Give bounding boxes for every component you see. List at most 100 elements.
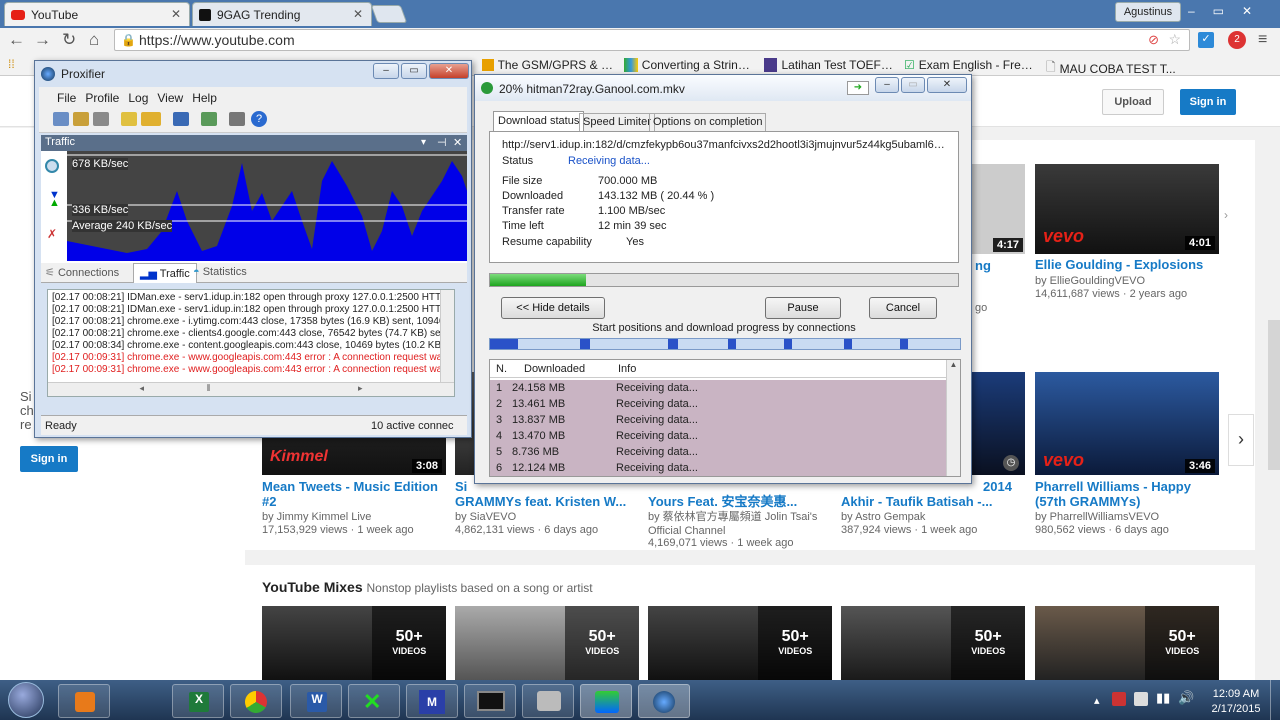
clear-icon[interactable]: ✗: [47, 227, 57, 241]
video-thumbnail[interactable]: vevo 3:46: [1035, 372, 1219, 475]
back-icon[interactable]: ←: [8, 30, 25, 50]
col-downloaded[interactable]: Downloaded: [524, 363, 585, 375]
home-icon[interactable]: ⌂: [89, 30, 99, 50]
panel-close-icon[interactable]: ✕: [453, 136, 462, 149]
close-tab-icon[interactable]: ✕: [353, 7, 363, 21]
video-channel[interactable]: by SiaVEVO: [455, 510, 516, 524]
table-row[interactable]: 3 13.837 MB Receiving data...: [490, 412, 946, 428]
tray-flag-icon[interactable]: [1112, 692, 1126, 706]
help-icon[interactable]: ?: [251, 111, 267, 127]
tab-options-on-completion[interactable]: Options on completion: [649, 113, 767, 131]
bookmark-item[interactable]: Latihan Test TOEFL ...: [764, 58, 896, 72]
proxy-servers-icon[interactable]: [73, 112, 89, 126]
taskbar-app-8[interactable]: [522, 684, 574, 718]
window-controls[interactable]: –▭✕: [1188, 4, 1274, 22]
col-n[interactable]: N.: [496, 363, 507, 375]
video-title-partial[interactable]: ng: [975, 258, 991, 273]
rules-icon[interactable]: [93, 112, 109, 126]
taskbar-app-2[interactable]: X: [172, 684, 224, 718]
panel-dropdown-icon[interactable]: ▾: [421, 137, 426, 148]
video-channel[interactable]: by Astro Gempak: [841, 510, 925, 524]
video-title[interactable]: Mean Tweets - Music Edition #2: [262, 479, 442, 509]
new-tab-button[interactable]: [370, 5, 408, 23]
menu-icon[interactable]: ≡: [1258, 31, 1267, 49]
video-title[interactable]: GRAMMYs feat. Kristen W...: [455, 494, 639, 509]
bookmark-item[interactable]: The GSM/GPRS & G...: [482, 58, 616, 72]
video-title-partial[interactable]: 2014: [983, 479, 1012, 494]
extension-badge-icon[interactable]: 2: [1228, 31, 1246, 49]
video-channel[interactable]: by 蔡依林官方專屬頻道 Jolin Tsai's Official Chann…: [648, 510, 832, 538]
profile-icon[interactable]: [53, 112, 69, 126]
table-row[interactable]: 5 8.736 MB Receiving data...: [490, 444, 946, 460]
taskbar-app-1[interactable]: [58, 684, 110, 718]
menu-item[interactable]: Log: [128, 87, 157, 107]
star-icon[interactable]: ☆: [1168, 31, 1181, 48]
open-folder-icon[interactable]: ➜: [847, 81, 869, 95]
menu-item[interactable]: View: [157, 87, 192, 107]
table-scrollbar[interactable]: ▲: [946, 360, 960, 476]
video-title[interactable]: Pharrell Williams - Happy (57th GRAMMYs): [1035, 479, 1210, 509]
video-title-prefix[interactable]: Si: [455, 479, 467, 494]
tab-connections[interactable]: ⚟ Connections: [45, 266, 119, 279]
clock[interactable]: 12:09 AM 2/17/2015: [1206, 687, 1266, 717]
start-button[interactable]: [8, 682, 44, 718]
menu-item[interactable]: Profile: [85, 87, 128, 107]
mix-thumbnail[interactable]: 50+ VIDEOS: [262, 606, 446, 680]
log-hscrollbar[interactable]: ◂ ⦀ ▸: [48, 382, 454, 396]
taskbar-app-7[interactable]: [464, 684, 516, 718]
table-row[interactable]: 2 13.461 MB Receiving data...: [490, 396, 946, 412]
tab-download-status[interactable]: Download status: [493, 111, 585, 131]
apps-icon[interactable]: ⁞⁞: [8, 57, 15, 71]
cancel-button[interactable]: Cancel: [869, 297, 937, 319]
menu-item[interactable]: File: [39, 87, 85, 107]
taskbar-app-3[interactable]: [230, 684, 282, 718]
clipboard-icon[interactable]: [201, 112, 217, 126]
taskbar-app-4[interactable]: W: [290, 684, 342, 718]
taskbar-app-10[interactable]: [638, 684, 690, 718]
table-row[interactable]: 1 24.158 MB Receiving data...: [490, 380, 946, 396]
video-channel[interactable]: by PharrellWilliamsVEVO: [1035, 510, 1159, 524]
mix-thumbnail[interactable]: 50+ VIDEOS: [841, 606, 1025, 680]
mix-thumbnail[interactable]: 50+ VIDEOS: [1035, 606, 1219, 680]
bookmark-item[interactable]: 🗋 MAU COBA TEST T...: [1046, 58, 1176, 79]
log-panel[interactable]: [02.17 00:08:21] IDMan.exe - serv1.idup.…: [47, 289, 455, 397]
address-bar[interactable]: 🔒 https://www.youtube.com ⊘ ☆: [114, 29, 1190, 51]
page-scrollbar[interactable]: [1268, 320, 1280, 470]
close-button[interactable]: ✕: [429, 63, 469, 79]
tab-youtube[interactable]: YouTube ✕: [4, 2, 190, 26]
mix-thumbnail[interactable]: 50+ VIDEOS: [648, 606, 832, 680]
close-button[interactable]: ✕: [927, 77, 967, 93]
connections-table[interactable]: N. Downloaded Info 1 24.158 MB Receiving d…: [489, 359, 961, 477]
table-row[interactable]: 4 13.470 MB Receiving data...: [490, 428, 946, 444]
panel-pin-icon[interactable]: ⊣: [437, 136, 447, 149]
taskbar-app-5[interactable]: ✕: [348, 684, 400, 718]
maximize-button[interactable]: ▭: [901, 77, 925, 93]
sidebar-signin-button[interactable]: Sign in: [20, 446, 78, 472]
upload-button[interactable]: Upload: [1102, 89, 1164, 115]
bookmark-item[interactable]: Converting a String ...: [624, 58, 756, 72]
maximize-button[interactable]: ▭: [401, 63, 427, 79]
tab-speed-limiter[interactable]: Speed Limiter: [579, 113, 655, 131]
bookmark-item[interactable]: ☑ Exam English - Free ...: [904, 58, 1036, 72]
extension-check-icon[interactable]: ✓: [1198, 32, 1214, 48]
video-channel[interactable]: by EllieGouldingVEVO: [1035, 274, 1145, 288]
tab-9gag[interactable]: 9GAG Trending ✕: [192, 2, 372, 26]
close-tab-icon[interactable]: ✕: [171, 7, 181, 21]
pause-button[interactable]: Pause: [765, 297, 841, 319]
video-title[interactable]: Yours Feat. 安宝奈美惠...: [648, 494, 832, 509]
video-thumbnail[interactable]: vevo 4:01: [1035, 164, 1219, 254]
new-profile-icon[interactable]: [121, 112, 137, 126]
taskbar-app-9[interactable]: [580, 684, 632, 718]
tray-app-icon[interactable]: [1134, 692, 1148, 706]
signin-button[interactable]: Sign in: [1180, 89, 1236, 115]
open-profile-icon[interactable]: [141, 112, 161, 126]
watch-later-icon[interactable]: ◷: [1003, 455, 1019, 471]
profile-button[interactable]: Agustinus: [1115, 2, 1181, 22]
menu-item[interactable]: Help: [192, 87, 226, 107]
tab-traffic[interactable]: ▂▅ Traffic: [133, 263, 197, 283]
shelf-next-icon[interactable]: ›: [1224, 208, 1228, 222]
video-thumbnail[interactable]: 4:17: [970, 164, 1025, 254]
table-row[interactable]: 6 12.124 MB Receiving data...: [490, 460, 946, 476]
save-icon[interactable]: [173, 112, 189, 126]
col-info[interactable]: Info: [618, 363, 636, 375]
